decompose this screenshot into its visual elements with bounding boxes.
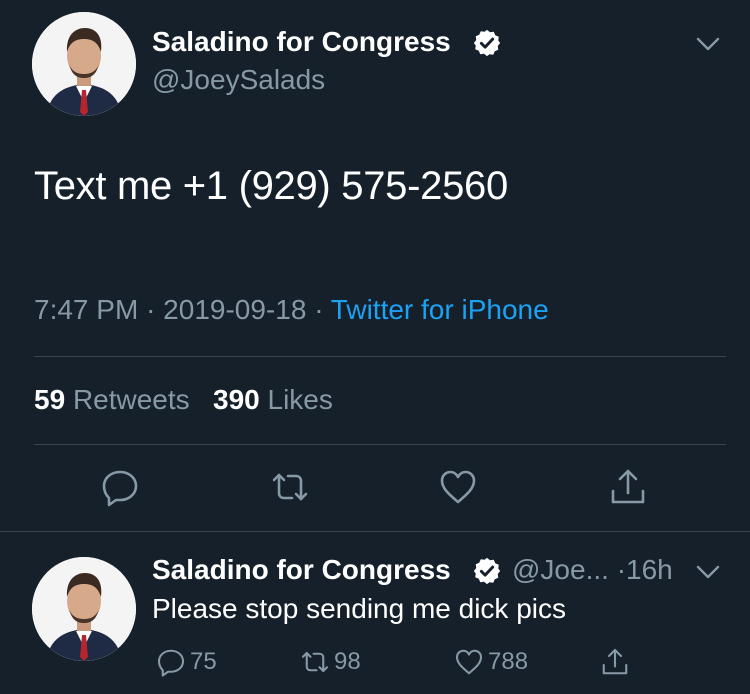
chevron-down-icon[interactable] [694, 562, 722, 582]
reply-handle-age: @Joe... ·16h [512, 554, 673, 586]
divider [34, 356, 726, 357]
likes-stat[interactable]: 390 Likes [213, 384, 333, 415]
avatar[interactable] [32, 12, 136, 116]
meta-separator: · [314, 294, 324, 325]
chevron-down-icon[interactable] [694, 34, 722, 54]
divider [34, 444, 726, 445]
tweet-time: 7:47 PM [34, 294, 139, 325]
display-name[interactable]: Saladino for Congress [152, 554, 451, 586]
reply-button[interactable]: 75 [156, 645, 217, 679]
like-button[interactable]: 788 [454, 645, 528, 679]
main-tweet[interactable]: Saladino for Congress @JoeySalads Text m… [0, 0, 750, 531]
display-name[interactable]: Saladino for Congress [152, 26, 451, 58]
handle[interactable]: @JoeySalads [152, 64, 325, 96]
likes-count: 390 [213, 384, 260, 415]
tweet-text: Please stop sending me dick pics [152, 593, 566, 624]
tweet-thread: Saladino for Congress @JoeySalads Text m… [0, 0, 750, 694]
retweet-icon [301, 651, 329, 673]
tweet-source-link[interactable]: Twitter for iPhone [331, 294, 549, 325]
retweet-button[interactable]: 98 [300, 645, 361, 679]
reply-icon [157, 649, 185, 677]
tweet-text: Text me +1 (929) 575-2560 [34, 164, 508, 208]
likes-label: Likes [267, 384, 333, 415]
reply-count: 75 [190, 648, 217, 675]
tweet-separator [0, 531, 750, 532]
like-icon [455, 649, 483, 675]
tweet-meta: 7:47 PM · 2019-09-18 · Twitter for iPhon… [34, 294, 549, 326]
share-icon[interactable] [608, 467, 648, 507]
like-icon[interactable] [438, 467, 478, 507]
retweets-label: Retweets [72, 384, 190, 415]
tweet-date: 2019-09-18 [163, 294, 307, 325]
verified-badge-icon [473, 29, 501, 57]
meta-separator: · [616, 554, 627, 585]
retweet-count: 98 [334, 648, 361, 675]
handle[interactable]: @Joe... [512, 554, 609, 585]
tweet-age[interactable]: 16h [626, 554, 673, 585]
retweets-count: 59 [34, 384, 66, 415]
reply-icon[interactable] [100, 467, 140, 507]
retweets-stat[interactable]: 59 Retweets [34, 384, 190, 415]
share-button[interactable] [600, 645, 630, 679]
share-icon [602, 648, 628, 675]
meta-separator: · [146, 294, 156, 325]
avatar[interactable] [32, 557, 136, 661]
like-count: 788 [488, 648, 529, 675]
retweet-icon[interactable] [270, 467, 310, 507]
tweet-stats: 59 Retweets 390 Likes [34, 384, 333, 416]
avatar-photo [32, 557, 136, 661]
verified-badge-icon [473, 557, 501, 585]
avatar-photo [32, 12, 136, 116]
